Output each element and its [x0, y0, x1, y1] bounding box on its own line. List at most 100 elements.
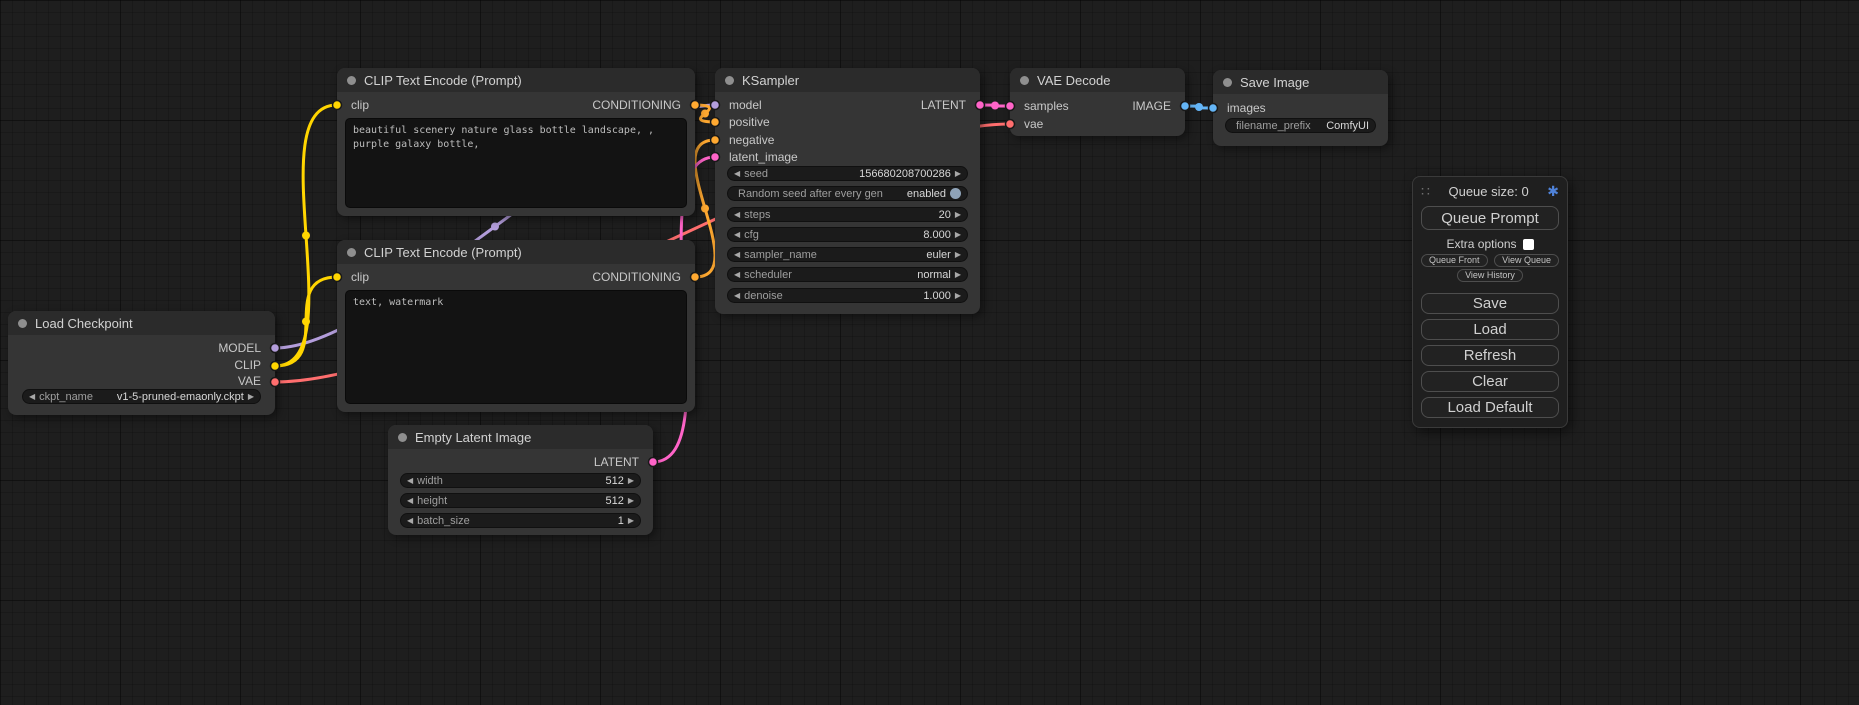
node-vae-decode[interactable]: VAE Decode samples vae IMAGE [1010, 68, 1185, 136]
decrement-arrow-icon[interactable]: ◀ [734, 271, 740, 279]
load-button[interactable]: Load [1421, 319, 1559, 340]
node-title-bar[interactable]: VAE Decode [1010, 68, 1185, 92]
node-title-bar[interactable]: CLIP Text Encode (Prompt) [337, 68, 695, 92]
node-clip-text-encode-positive[interactable]: CLIP Text Encode (Prompt) clip CONDITION… [337, 68, 695, 216]
increment-arrow-icon[interactable]: ▶ [628, 497, 634, 505]
decrement-arrow-icon[interactable]: ◀ [407, 477, 413, 485]
node-clip-text-encode-negative[interactable]: CLIP Text Encode (Prompt) clip CONDITION… [337, 240, 695, 412]
increment-arrow-icon[interactable]: ▶ [955, 271, 961, 279]
collapse-dot-icon[interactable] [398, 433, 407, 442]
seed-toggle-icon[interactable] [950, 188, 961, 199]
increment-arrow-icon[interactable]: ▶ [628, 477, 634, 485]
view-queue-button[interactable]: View Queue [1494, 254, 1559, 267]
decrement-arrow-icon[interactable]: ◀ [407, 517, 413, 525]
widget-value: 1.000 [923, 290, 951, 302]
collapse-dot-icon[interactable] [347, 76, 356, 85]
node-ksampler[interactable]: KSampler model positive negative latent_… [715, 68, 980, 314]
collapse-dot-icon[interactable] [725, 76, 734, 85]
queue-prompt-button[interactable]: Queue Prompt [1421, 206, 1559, 230]
widget-label: height [417, 495, 601, 507]
link-midpoint-dot [701, 110, 709, 118]
node-title: Save Image [1240, 75, 1309, 90]
widget-label: cfg [744, 229, 919, 241]
collapse-dot-icon[interactable] [1020, 76, 1029, 85]
node-title: CLIP Text Encode (Prompt) [364, 245, 522, 260]
increment-arrow-icon[interactable]: ▶ [628, 517, 634, 525]
widget-value: 1 [618, 515, 624, 527]
link-midpoint-dot [701, 205, 709, 213]
widget-label: batch_size [417, 515, 614, 527]
widget-cfg[interactable]: ◀ cfg 8.000 ▶ [727, 227, 968, 242]
extra-options-checkbox[interactable] [1523, 239, 1534, 250]
decrement-arrow-icon[interactable]: ◀ [407, 497, 413, 505]
widget-width[interactable]: ◀ width 512 ▶ [400, 473, 641, 488]
widget-value: v1-5-pruned-emaonly.ckpt [117, 391, 244, 403]
output-slot-image: IMAGE [1132, 98, 1171, 114]
settings-gear-icon[interactable]: ✱ [1547, 183, 1559, 200]
wire-clip-positive [275, 105, 337, 366]
output-slot-conditioning: CONDITIONING [592, 97, 681, 113]
node-title-bar[interactable]: Save Image [1213, 70, 1388, 94]
decrement-arrow-icon[interactable]: ◀ [734, 231, 740, 239]
widget-value: 20 [939, 209, 951, 221]
widget-scheduler[interactable]: ◀ scheduler normal ▶ [727, 267, 968, 282]
increment-arrow-icon[interactable]: ▶ [955, 170, 961, 178]
increment-arrow-icon[interactable]: ▶ [955, 211, 961, 219]
widget-sampler-name[interactable]: ◀ sampler_name euler ▶ [727, 247, 968, 262]
widget-random-seed[interactable]: Random seed after every gen enabled [727, 186, 968, 201]
node-save-image[interactable]: Save Image images filename_prefix ComfyU… [1213, 70, 1388, 146]
decrement-arrow-icon[interactable]: ◀ [734, 211, 740, 219]
negative-prompt-textarea[interactable]: text, watermark [345, 290, 687, 404]
load-default-button[interactable]: Load Default [1421, 397, 1559, 418]
save-button[interactable]: Save [1421, 293, 1559, 314]
wire-image [1185, 106, 1213, 108]
drag-handle-icon[interactable]: ∷ [1421, 183, 1430, 200]
input-slot-samples: samples [1024, 98, 1069, 114]
node-title: Load Checkpoint [35, 316, 133, 331]
widget-height[interactable]: ◀ height 512 ▶ [400, 493, 641, 508]
collapse-dot-icon[interactable] [18, 319, 27, 328]
positive-prompt-textarea[interactable]: beautiful scenery nature glass bottle la… [345, 118, 687, 208]
increment-arrow-icon[interactable]: ▶ [955, 251, 961, 259]
widget-batch-size[interactable]: ◀ batch_size 1 ▶ [400, 513, 641, 528]
widget-label: seed [744, 168, 855, 180]
decrement-arrow-icon[interactable]: ◀ [734, 170, 740, 178]
node-title-bar[interactable]: CLIP Text Encode (Prompt) [337, 240, 695, 264]
widget-filename-prefix[interactable]: filename_prefix ComfyUI [1225, 118, 1376, 133]
queue-front-button[interactable]: Queue Front [1421, 254, 1488, 267]
widget-denoise[interactable]: ◀ denoise 1.000 ▶ [727, 288, 968, 303]
node-title-bar[interactable]: KSampler [715, 68, 980, 92]
increment-arrow-icon[interactable]: ▶ [248, 393, 254, 401]
refresh-button[interactable]: Refresh [1421, 345, 1559, 366]
decrement-arrow-icon[interactable]: ◀ [734, 251, 740, 259]
node-title-bar[interactable]: Empty Latent Image [388, 425, 653, 449]
node-title: CLIP Text Encode (Prompt) [364, 73, 522, 88]
node-empty-latent-image[interactable]: Empty Latent Image LATENT ◀ width 512 ▶ … [388, 425, 653, 535]
widget-label: denoise [744, 290, 919, 302]
widget-ckpt-name[interactable]: ◀ ckpt_name v1-5-pruned-emaonly.ckpt ▶ [22, 389, 261, 404]
node-load-checkpoint[interactable]: Load Checkpoint MODEL CLIP VAE ◀ ckpt_na… [8, 311, 275, 415]
link-midpoint-dot [302, 232, 310, 240]
output-slot-conditioning: CONDITIONING [592, 269, 681, 285]
collapse-dot-icon[interactable] [1223, 78, 1232, 87]
input-slot-model: model [729, 97, 762, 113]
view-history-button[interactable]: View History [1457, 269, 1523, 282]
widget-value: ComfyUI [1326, 120, 1369, 132]
link-midpoint-dot [991, 102, 999, 110]
widget-seed[interactable]: ◀ seed 156680208700286 ▶ [727, 166, 968, 181]
graph-canvas[interactable]: { "colors": { "model": "#B39DDB", "clip"… [0, 0, 1859, 705]
wire-conditioning-positive [695, 105, 715, 122]
decrement-arrow-icon[interactable]: ◀ [29, 393, 35, 401]
collapse-dot-icon[interactable] [347, 248, 356, 257]
input-slot-negative: negative [729, 132, 774, 148]
increment-arrow-icon[interactable]: ▶ [955, 292, 961, 300]
comfy-menu: ∷ Queue size: 0 ✱ Queue Prompt Extra opt… [1412, 176, 1568, 428]
wire-conditioning-negative [695, 140, 715, 277]
increment-arrow-icon[interactable]: ▶ [955, 231, 961, 239]
node-title-bar[interactable]: Load Checkpoint [8, 311, 275, 335]
input-slot-images: images [1227, 100, 1266, 116]
clear-button[interactable]: Clear [1421, 371, 1559, 392]
widget-steps[interactable]: ◀ steps 20 ▶ [727, 207, 968, 222]
decrement-arrow-icon[interactable]: ◀ [734, 292, 740, 300]
extra-options-label: Extra options [1446, 237, 1516, 251]
